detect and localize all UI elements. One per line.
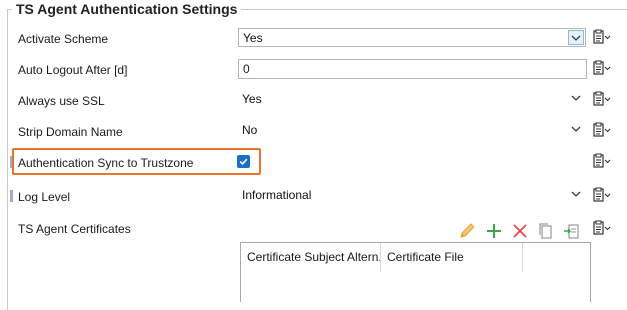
clipboard-icon[interactable]: [592, 187, 612, 203]
column-header[interactable]: Certificate File: [381, 243, 523, 272]
log-level-label: Log Level: [18, 190, 71, 204]
log-level-select[interactable]: Informational: [238, 186, 586, 205]
clipboard-icon[interactable]: [592, 122, 612, 138]
clipboard-icon[interactable]: [592, 91, 612, 107]
strip-domain-label: Strip Domain Name: [18, 125, 123, 139]
activate-scheme-value: Yes: [243, 31, 263, 45]
always-ssl-value: Yes: [242, 92, 262, 106]
plus-icon[interactable]: [484, 221, 504, 241]
auto-logout-input[interactable]: 0: [238, 59, 587, 79]
activate-scheme-select[interactable]: Yes: [238, 28, 586, 47]
clipboard-icon[interactable]: [592, 29, 612, 45]
auto-logout-label: Auto Logout After [d]: [18, 63, 128, 77]
clipboard-icon[interactable]: [592, 220, 612, 236]
x-icon[interactable]: [510, 221, 530, 241]
strip-domain-value: No: [242, 123, 258, 137]
strip-domain-select[interactable]: No: [238, 121, 586, 140]
activate-scheme-label: Activate Scheme: [18, 32, 109, 46]
import-icon[interactable]: [562, 221, 582, 241]
always-ssl-label: Always use SSL: [18, 94, 105, 108]
certificate-table[interactable]: Certificate Subject Altern... Certificat…: [240, 242, 591, 302]
copy-icon[interactable]: [536, 221, 556, 241]
pencil-icon[interactable]: [457, 221, 477, 241]
panel-title: TS Agent Authentication Settings: [12, 1, 242, 17]
clipboard-icon[interactable]: [592, 60, 612, 76]
auth-sync-checkbox[interactable]: [237, 155, 250, 168]
certificates-label: TS Agent Certificates: [18, 222, 131, 236]
changed-marker: [10, 190, 13, 202]
chevron-down-icon[interactable]: [570, 92, 582, 104]
chevron-down-icon[interactable]: [568, 30, 584, 45]
auth-sync-label: Authentication Sync to Trustzone: [18, 156, 194, 170]
clipboard-icon[interactable]: [592, 153, 612, 169]
always-ssl-select[interactable]: Yes: [238, 90, 586, 109]
table-header: Certificate Subject Altern... Certificat…: [241, 243, 590, 272]
chevron-down-icon[interactable]: [570, 123, 582, 135]
log-level-value: Informational: [242, 188, 312, 202]
column-header[interactable]: Certificate Subject Altern...: [241, 243, 381, 272]
chevron-down-icon[interactable]: [570, 188, 582, 200]
